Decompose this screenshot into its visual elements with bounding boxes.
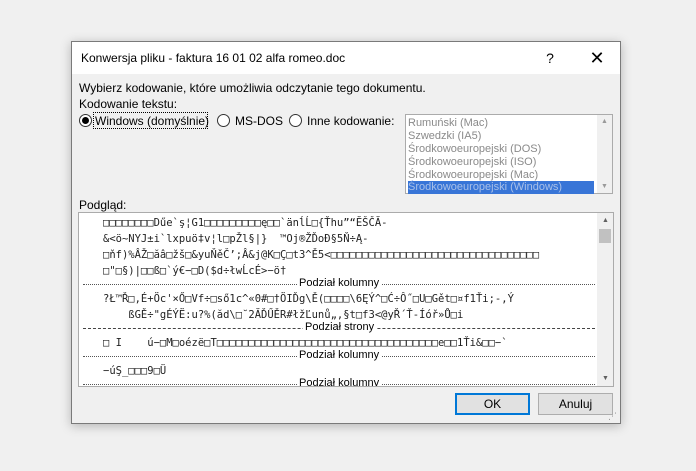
preview-pane[interactable]: □□□□□□□□Dűe`ş¦G1□□□□□□□□□ę□□`änĺĹ□{Ťhu”“… <box>78 212 614 387</box>
help-button[interactable]: ? <box>538 48 562 68</box>
radio-windows-label[interactable]: Windows (domyślnie) <box>95 114 209 128</box>
preview-line: −úŞ_□□□9□Ü <box>103 365 167 377</box>
resize-grip-icon[interactable]: ⋰ <box>608 411 618 421</box>
preview-label: Podgląd: <box>79 198 127 212</box>
encoding-list-item[interactable]: Rumuński (Mac) <box>408 117 488 130</box>
file-conversion-dialog: Konwersja pliku - faktura 16 01 02 alfa … <box>71 41 621 424</box>
ok-button[interactable]: OK <box>455 393 530 415</box>
scroll-up-arrow-icon[interactable]: ▲ <box>600 118 609 125</box>
preview-line: ?Ł™Ř□,É+Öc'×Ő□Vf÷□ső1c^«0#□†ÖIĎg\Ě(□□□□\… <box>103 293 514 305</box>
radio-msdos[interactable] <box>217 114 230 127</box>
radio-windows[interactable] <box>79 114 92 127</box>
column-break-label: Podział kolumny <box>297 277 382 289</box>
page-break-label: Podział strony <box>303 321 377 333</box>
dialog-title: Konwersja pliku - faktura 16 01 02 alfa … <box>81 51 346 65</box>
preview-line: ßGĚ÷"gÉÝË:u?%(ăd\□˘2ĂĎŰĚR#łžĽunů„,§t□f3<… <box>103 309 464 321</box>
close-button[interactable]: ✕ <box>585 48 609 68</box>
encoding-list-item-selected[interactable]: Środkowoeuropejski (Windows) <box>408 181 594 194</box>
scroll-down-arrow-icon[interactable]: ▼ <box>600 183 609 190</box>
scroll-down-arrow-icon[interactable]: ▼ <box>601 375 610 382</box>
radio-other[interactable] <box>289 114 302 127</box>
cancel-button[interactable]: Anuluj <box>538 393 613 415</box>
encoding-group-label: Kodowanie tekstu: <box>79 97 178 111</box>
scroll-up-arrow-icon[interactable]: ▲ <box>601 217 610 224</box>
title-bar: Konwersja pliku - faktura 16 01 02 alfa … <box>72 42 620 74</box>
radio-other-label[interactable]: Inne kodowanie: <box>307 114 394 128</box>
scrollbar-thumb[interactable] <box>599 229 611 243</box>
encoding-list-item[interactable]: Szwedzki (IA5) <box>408 130 481 143</box>
radio-msdos-label[interactable]: MS-DOS <box>235 114 283 128</box>
preview-line: &<ö~NYJ±i`lxpuö‡v¦l□pŽl§|} ™Oj®ŽĎoĐ§5Ň÷Ą… <box>103 233 369 245</box>
encoding-list-item[interactable]: Środkowoeuropejski (ISO) <box>408 156 536 169</box>
column-break-label: Podział kolumny <box>297 349 382 361</box>
preview-line: □□□□□□□□Dűe`ş¦G1□□□□□□□□□ę□□`änĺĹ□{Ťhu”“… <box>103 217 388 229</box>
column-break-label: Podział kolumny <box>297 377 382 387</box>
encoding-listbox[interactable]: Rumuński (Mac) Szwedzki (IA5) Środkowoeu… <box>405 114 613 194</box>
preview-line: □ I ú−□M□oézë□T□□□□□□□□□□□□□□□□□□□□□□□□□… <box>103 337 508 349</box>
instructions-text: Wybierz kodowanie, które umożliwia odczy… <box>79 81 426 95</box>
preview-line: □"□§)|□□ß□`ý€−□D($d÷łwĹcÉ>−ö† <box>103 265 287 277</box>
preview-line: □ňf)%ÂŽ□ăâ□žš□&yuŇěČ’;Â&j@K□Ç□t3^Ě5<□□□□… <box>103 249 540 261</box>
encoding-list-scrollbar[interactable]: ▲ ▼ <box>597 115 612 193</box>
encoding-list-item[interactable]: Środkowoeuropejski (DOS) <box>408 143 541 156</box>
preview-scrollbar[interactable]: ▲ ▼ <box>597 213 613 386</box>
